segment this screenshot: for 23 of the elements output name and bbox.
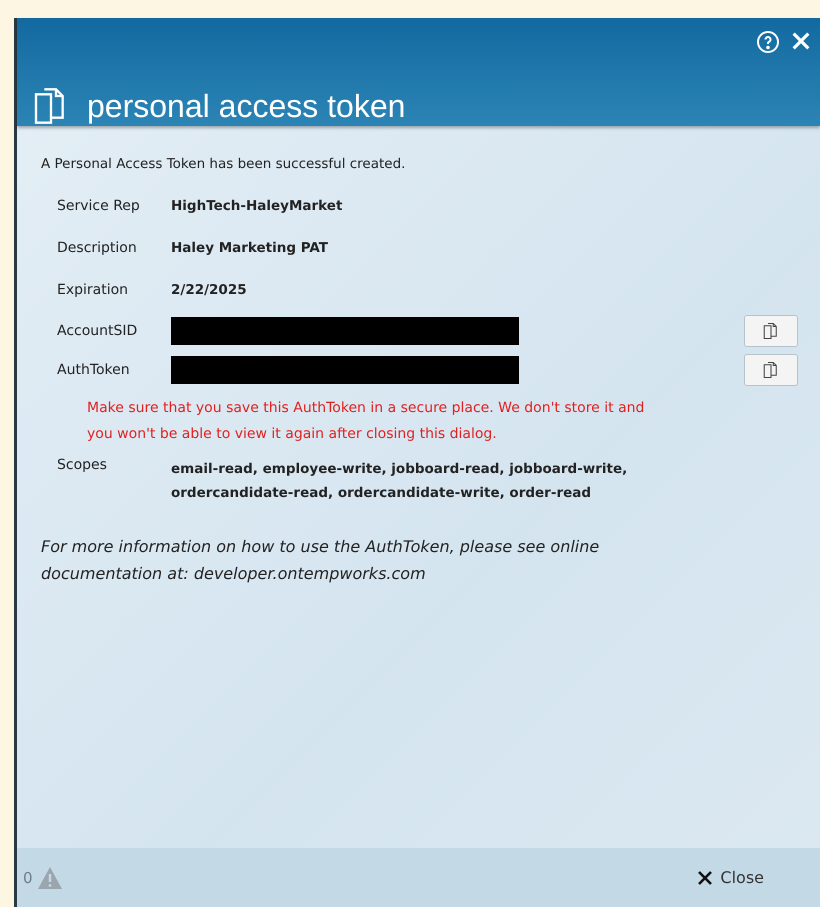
field-label: Expiration xyxy=(57,282,130,298)
success-message: A Personal Access Token has been successful created. xyxy=(41,156,406,172)
field-label: AccountSID xyxy=(57,322,138,338)
dialog-title: personal access token xyxy=(87,88,406,124)
close-button[interactable]: Close xyxy=(692,864,768,891)
field-value: 2/22/2025 xyxy=(171,282,247,298)
document-icon xyxy=(762,360,780,378)
field-value: HighTech-HaleyMarket xyxy=(171,198,342,214)
help-icon[interactable] xyxy=(756,30,780,54)
field-value: email-read, employee-write, jobboard-read, jobboard-write, ordercandidate-read, ordercandidate-write, order-read xyxy=(171,460,628,503)
close-icon xyxy=(696,868,714,886)
field-label: Description xyxy=(57,240,138,256)
warning-count: 0 xyxy=(23,868,33,886)
field-label: AuthToken xyxy=(57,362,131,378)
close-icon[interactable] xyxy=(790,30,812,52)
field-label: Service Rep xyxy=(57,198,141,214)
warning-message: Make sure that you save this AuthToken in a secure place. We don't store it and you won't be able to view it again after closing this dialog. xyxy=(87,399,646,444)
field-label: Scopes xyxy=(57,457,108,475)
info-text: For more information on how to use the AuthToken, please see online documentation at: developer.ontempworks.com xyxy=(41,536,600,585)
document-icon xyxy=(762,322,780,340)
copy-button[interactable] xyxy=(744,314,798,346)
field-value: Haley Marketing PAT xyxy=(171,240,328,256)
copy-button[interactable] xyxy=(744,354,798,386)
